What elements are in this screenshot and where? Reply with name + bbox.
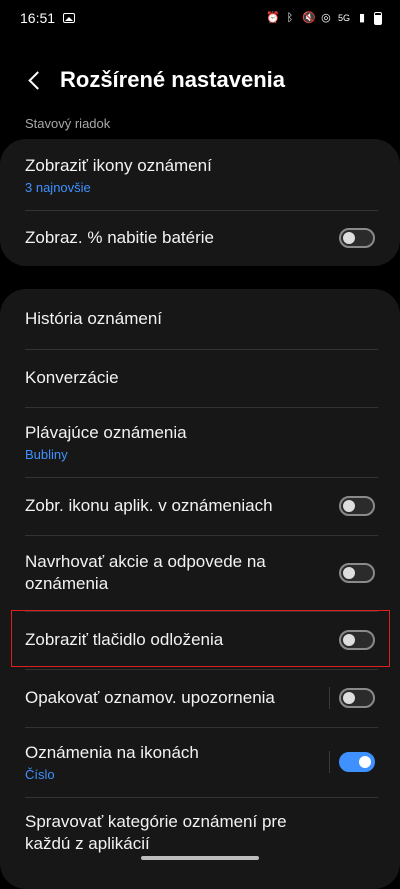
row-text: História oznámení <box>25 308 162 330</box>
row-title: Zobr. ikonu aplik. v oznámeniach <box>25 496 273 515</box>
status-bar-settings-card: Zobraziť ikony oznámení 3 najnovšie Zobr… <box>0 139 400 266</box>
row-title: Plávajúce oznámenia <box>25 423 187 442</box>
header: Rozšírené nastavenia <box>0 60 400 100</box>
mute-icon: 🔇 <box>301 12 316 24</box>
notification-settings-card: História oznámení Konverzácie Plávajúce … <box>0 289 400 889</box>
divider <box>329 687 330 709</box>
row-title: Navrhovať akcie a odpovede na oznámenia <box>25 552 266 593</box>
row-title: Zobraz. % nabitie batérie <box>25 228 214 247</box>
status-right: ⏰ ᛒ 🔇 ◎ 5G ▮ <box>265 11 382 25</box>
repeat-alerts-toggle[interactable] <box>339 688 375 708</box>
row-text: Opakovať oznamov. upozornenia <box>25 687 275 709</box>
setting-battery-percentage[interactable]: Zobraz. % nabitie batérie <box>0 210 400 266</box>
toggle-wrap <box>339 496 375 516</box>
alarm-icon: ⏰ <box>265 12 280 24</box>
divider <box>329 751 330 773</box>
row-text: Konverzácie <box>25 367 119 389</box>
toggle-wrap <box>339 563 375 583</box>
row-text: Zobr. ikonu aplik. v oznámeniach <box>25 495 273 517</box>
setting-snooze-button[interactable]: Zobraziť tlačidlo odloženia <box>0 611 400 669</box>
row-title: História oznámení <box>25 309 163 328</box>
bluetooth-icon: ᛒ <box>286 12 294 24</box>
setting-manage-categories[interactable]: Spravovať kategórie oznámení pre každú z… <box>0 797 400 877</box>
suggest-actions-toggle[interactable] <box>339 563 375 583</box>
row-text: Zobraziť ikony oznámení 3 najnovšie <box>25 155 212 195</box>
gallery-icon <box>63 13 76 23</box>
toggle-wrap <box>339 630 375 650</box>
snooze-button-toggle[interactable] <box>339 630 375 650</box>
row-title: Zobraziť tlačidlo odloženia <box>25 630 224 649</box>
setting-show-app-icon[interactable]: Zobr. ikonu aplik. v oznámeniach <box>0 477 400 535</box>
setting-floating-notifications[interactable]: Plávajúce oznámenia Bubliny <box>0 407 400 477</box>
toggle-wrap <box>329 687 375 709</box>
row-title: Zobraziť ikony oznámení <box>25 155 212 175</box>
row-subtitle: 3 najnovšie <box>25 179 91 195</box>
setting-notification-history[interactable]: História oznámení <box>0 289 400 349</box>
row-subtitle: Číslo <box>25 767 55 782</box>
row-text: Spravovať kategórie oznámení pre každú z… <box>25 811 325 855</box>
hotspot-icon: ◎ <box>321 12 331 24</box>
row-title: Opakovať oznamov. upozornenia <box>25 688 275 707</box>
setting-conversations[interactable]: Konverzácie <box>0 349 400 407</box>
status-time: 16:51 <box>20 10 56 26</box>
setting-repeat-alerts[interactable]: Opakovať oznamov. upozornenia <box>0 669 400 727</box>
toggle-wrap <box>339 228 375 248</box>
battery-icon <box>374 11 382 25</box>
row-title: Spravovať kategórie oznámení pre každú z… <box>25 812 287 853</box>
show-app-icon-toggle[interactable] <box>339 496 375 516</box>
toggle-wrap <box>329 751 375 773</box>
row-text: Navrhovať akcie a odpovede na oznámenia <box>25 551 305 595</box>
navigation-handle[interactable] <box>141 856 259 860</box>
row-text: Zobraziť tlačidlo odloženia <box>25 629 223 651</box>
setting-notification-icons[interactable]: Zobraziť ikony oznámení 3 najnovšie <box>0 139 400 210</box>
status-left: 16:51 <box>20 10 76 26</box>
row-subtitle: Bubliny <box>25 447 68 462</box>
row-title: Konverzácie <box>25 368 119 387</box>
setting-icon-badges[interactable]: Oznámenia na ikonách Číslo <box>0 727 400 797</box>
status-bar: 16:51 ⏰ ᛒ 🔇 ◎ 5G ▮ <box>0 0 400 36</box>
icon-badges-toggle[interactable] <box>339 752 375 772</box>
row-title: Oznámenia na ikonách <box>25 743 199 762</box>
section-label-status-bar: Stavový riadok <box>25 116 111 131</box>
page-title: Rozšírené nastavenia <box>60 67 285 92</box>
network-type: 5G <box>337 13 350 23</box>
row-text: Zobraz. % nabitie batérie <box>25 227 214 249</box>
back-arrow-icon[interactable] <box>14 60 54 100</box>
signal-icon: ▮ <box>358 12 366 24</box>
row-text: Plávajúce oznámenia Bubliny <box>25 422 187 462</box>
setting-suggest-actions[interactable]: Navrhovať akcie a odpovede na oznámenia <box>0 535 400 611</box>
row-text: Oznámenia na ikonách Číslo <box>25 742 199 782</box>
battery-percentage-toggle[interactable] <box>339 228 375 248</box>
